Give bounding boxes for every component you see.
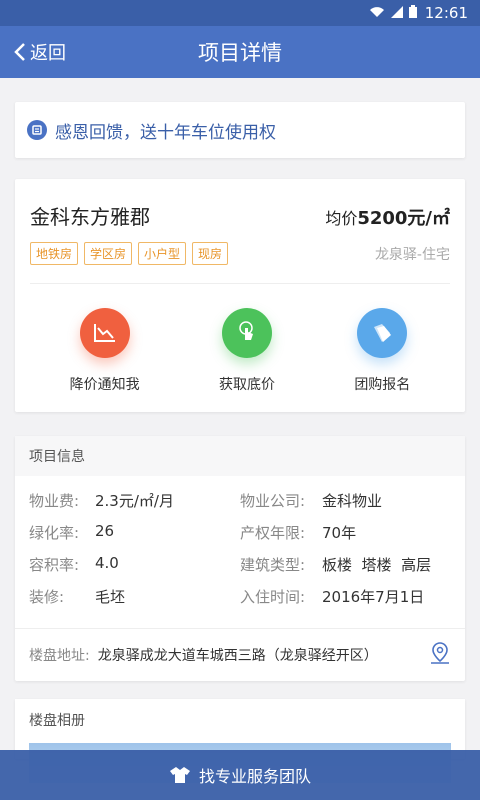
address-row[interactable]: 楼盘地址: 龙泉驿成龙大道车城西三路（龙泉驿经开区） xyxy=(15,628,465,681)
price-value: 5200元/㎡ xyxy=(357,208,450,229)
info-value: 2.3元/㎡/月 xyxy=(95,491,174,510)
find-service-team-button[interactable]: 找专业服务团队 xyxy=(0,750,480,800)
info-value: 毛坯 xyxy=(95,587,126,606)
info-value: 金科物业 xyxy=(322,491,383,510)
battery-icon xyxy=(408,4,417,22)
promo-icon xyxy=(27,120,47,140)
tag: 学区房 xyxy=(84,242,133,265)
signal-icon xyxy=(390,4,403,22)
address-label: 楼盘地址: xyxy=(29,648,90,664)
info-key: 物业公司: xyxy=(240,491,306,510)
location-pin-icon[interactable] xyxy=(429,641,451,669)
action-label: 获取底价 xyxy=(218,377,275,393)
page-title: 项目详情 xyxy=(198,41,282,65)
bottom-bar-label: 找专业服务团队 xyxy=(198,767,311,786)
info-value: 26 xyxy=(95,521,115,540)
district-label: 龙泉驿-住宅 xyxy=(374,246,450,263)
wifi-icon xyxy=(369,4,385,22)
info-value: 70年 xyxy=(322,523,357,542)
info-value: 板楼 塔楼 高层 xyxy=(322,555,432,574)
nav-bar: 返回 项目详情 xyxy=(0,26,480,78)
info-row: 绿化率: 26 产权年限: 70年 xyxy=(29,516,451,548)
back-button[interactable]: 返回 xyxy=(0,39,66,65)
address-value: 龙泉驿成龙大道车城西三路（龙泉驿经开区） xyxy=(97,648,378,664)
get-base-price-button[interactable]: 获取底价 xyxy=(219,308,275,394)
action-label: 团购报名 xyxy=(354,377,411,393)
promo-banner[interactable]: 感恩回馈，送十年车位使用权 xyxy=(15,102,465,158)
info-key: 物业费: xyxy=(29,491,80,510)
status-time: 12:61 xyxy=(424,4,468,22)
tag: 地铁房 xyxy=(30,242,79,265)
section-title: 项目信息 xyxy=(15,436,465,476)
average-price: 均价5200元/㎡ xyxy=(325,204,450,230)
info-key: 产权年限: xyxy=(240,523,306,542)
info-value: 2016年7月1日 xyxy=(322,587,425,606)
tap-icon xyxy=(221,308,272,358)
promo-text: 感恩回馈，送十年车位使用权 xyxy=(55,122,276,143)
price-prefix: 均价 xyxy=(325,209,358,228)
info-key: 装修: xyxy=(29,587,65,606)
info-value: 4.0 xyxy=(95,553,119,572)
info-row: 物业费: 2.3元/㎡/月 物业公司: 金科物业 xyxy=(29,484,451,516)
info-row: 装修: 毛坯 入住时间: 2016年7月1日 xyxy=(29,580,451,612)
group-buy-button[interactable]: 团购报名 xyxy=(354,308,410,394)
info-key: 容积率: xyxy=(29,555,80,574)
info-key: 绿化率: xyxy=(29,523,80,542)
project-name: 金科东方雅郡 xyxy=(30,205,150,229)
tag-list: 地铁房 学区房 小户型 现房 xyxy=(30,242,229,265)
shirt-icon xyxy=(169,767,190,783)
section-title: 楼盘相册 xyxy=(15,699,465,741)
info-key: 建筑类型: xyxy=(240,555,306,574)
tag: 现房 xyxy=(192,242,229,265)
back-label: 返回 xyxy=(30,43,66,64)
project-card: 金科东方雅郡 均价5200元/㎡ 地铁房 学区房 小户型 现房 龙泉驿-住宅 降… xyxy=(15,179,465,412)
price-alert-button[interactable]: 降价通知我 xyxy=(70,308,140,394)
project-info-card: 项目信息 物业费: 2.3元/㎡/月 物业公司: 金科物业 绿化率: 26 产权年限:… xyxy=(15,436,465,681)
price-chart-icon xyxy=(79,308,130,358)
info-key: 入住时间: xyxy=(240,587,306,606)
info-row: 容积率: 4.0 建筑类型: 板楼 塔楼 高层 xyxy=(29,548,451,580)
action-label: 降价通知我 xyxy=(69,377,140,393)
tags-icon xyxy=(357,308,408,358)
chevron-left-icon xyxy=(14,43,25,61)
status-bar: 12:61 xyxy=(0,0,480,26)
tag: 小户型 xyxy=(138,242,187,265)
